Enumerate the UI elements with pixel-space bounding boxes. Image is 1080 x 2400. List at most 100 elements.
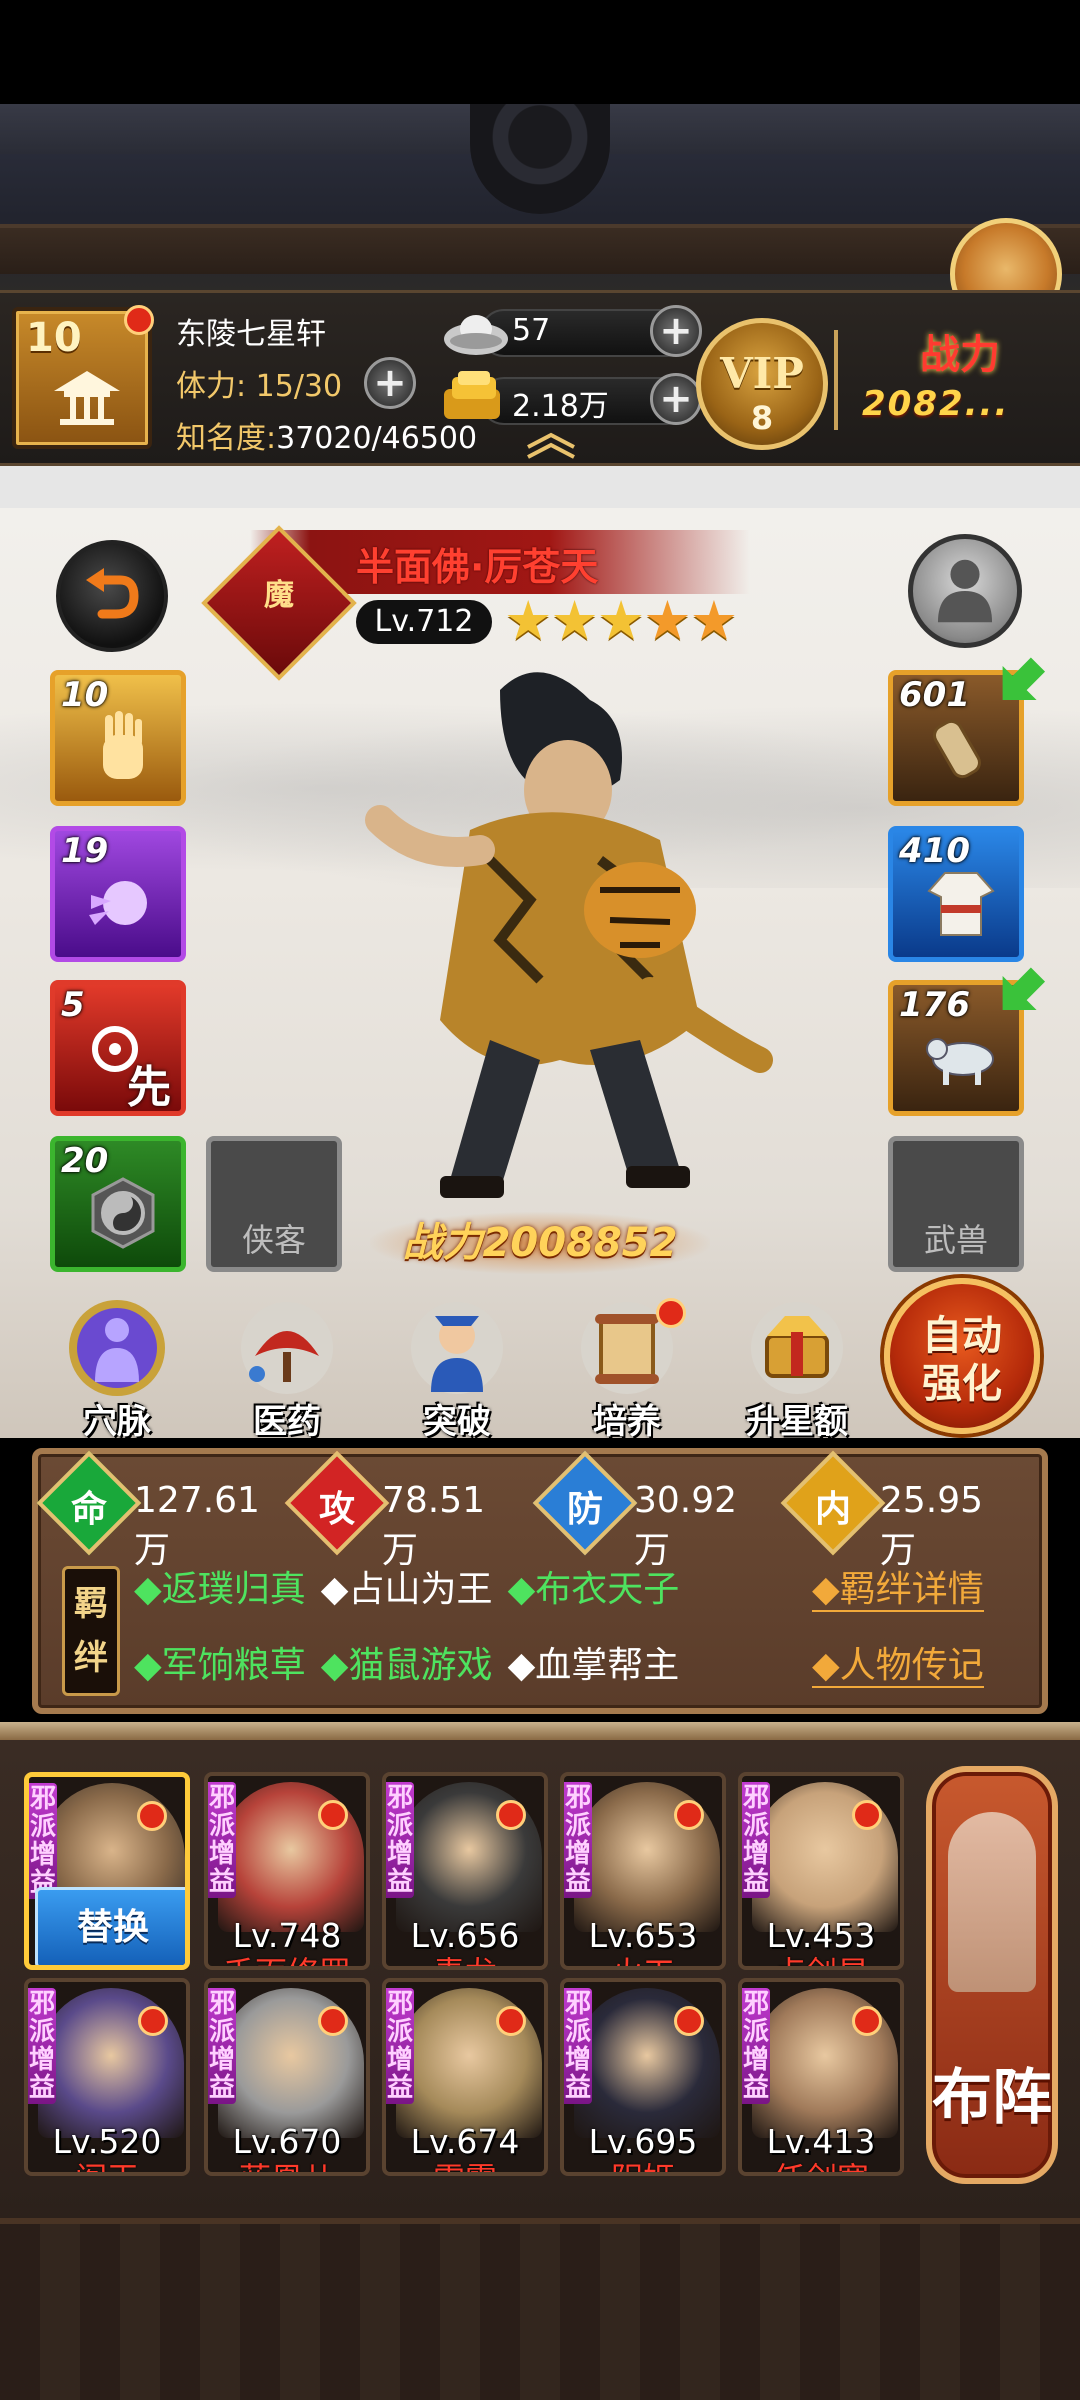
meridian-label: 穴脉 bbox=[83, 1402, 151, 1442]
notification-dot bbox=[318, 1800, 348, 1830]
evil-sect-tag: 邪派增益 bbox=[564, 1988, 592, 2104]
team-card[interactable]: 邪派增益Lv.453卢剑星 bbox=[738, 1772, 904, 1970]
pavilion-icon bbox=[54, 371, 120, 425]
bond-row-2: ◆军饷粮草 ◆猫鼠游戏 ◆血掌帮主 bbox=[134, 1636, 679, 1688]
breakthrough-icon bbox=[411, 1302, 503, 1394]
evil-sect-tag: 邪派增益 bbox=[208, 1988, 236, 2104]
hp-icon-text: 命 bbox=[70, 1489, 107, 1530]
player-level-badge[interactable]: 10 bbox=[12, 305, 154, 449]
evil-sect-tag: 邪派增益 bbox=[28, 1988, 56, 2104]
beast-slot-label: 武兽 bbox=[923, 1221, 988, 1259]
notification-dot bbox=[674, 1800, 704, 1830]
armor-preview-button[interactable] bbox=[908, 534, 1022, 648]
vip-text: VIP bbox=[720, 349, 804, 398]
silver-amount: 57 bbox=[512, 313, 551, 348]
beast-icon bbox=[926, 1038, 994, 1085]
sage-figure bbox=[948, 1812, 1036, 1992]
beast-slot[interactable]: 武兽 bbox=[888, 1136, 1024, 1272]
evil-sect-tag: 邪派增益 bbox=[386, 1782, 414, 1898]
skill-slot-fist[interactable]: 19 bbox=[50, 826, 186, 962]
star-up-button[interactable]: 升星额外 bbox=[732, 1296, 862, 1491]
bond-row-1: ◆返璞归真 ◆占山为王 ◆布衣天子 bbox=[134, 1560, 679, 1612]
notification-dot bbox=[852, 1800, 882, 1830]
companion-slot-label: 侠客 bbox=[241, 1221, 306, 1259]
first-strike-mark: 先 bbox=[127, 1062, 171, 1113]
bond-badge-text: 绊 bbox=[74, 1638, 108, 1678]
divider bbox=[834, 330, 838, 430]
biography-link[interactable]: ◆人物传记 bbox=[812, 1636, 984, 1688]
team-card[interactable]: 邪派增益Lv.670蓝凰儿 bbox=[204, 1978, 370, 2176]
skill-slot-palm[interactable]: 10 bbox=[50, 670, 186, 806]
total-power-value: 2082... bbox=[862, 384, 1010, 424]
cultivate-label: 培养 bbox=[593, 1402, 661, 1442]
bond-active-item: ◆军饷粮草 bbox=[134, 1645, 306, 1686]
team-member-name: 蓝凰儿 bbox=[208, 2154, 366, 2172]
yin-yang-icon bbox=[91, 1177, 155, 1249]
notification-dot bbox=[124, 305, 154, 335]
add-gold-button[interactable]: + bbox=[650, 373, 702, 425]
vip-badge[interactable]: VIP 8 bbox=[696, 318, 828, 450]
notification-dot bbox=[137, 1801, 167, 1831]
auto-strengthen-button[interactable]: 自动 强化 bbox=[884, 1278, 1040, 1434]
evil-sect-tag: 邪派增益 bbox=[386, 1988, 414, 2104]
team-card[interactable]: 邪派增益Lv.413任剑寒 bbox=[738, 1978, 904, 2176]
evil-sect-tag: 邪派增益 bbox=[742, 1782, 770, 1898]
hero-level: Lv.712 bbox=[356, 600, 492, 644]
star-icon: ★ bbox=[504, 589, 553, 652]
team-card-selected[interactable]: 邪派增益 替换 bbox=[24, 1772, 190, 1970]
equip-slot-robe[interactable]: 410 bbox=[888, 826, 1024, 962]
star-up-icon bbox=[751, 1302, 843, 1394]
auto-strengthen-label: 自动 强化 bbox=[922, 1313, 1002, 1407]
hero-name: 半面佛·厉苍天 bbox=[356, 545, 599, 589]
evil-sect-tag: 邪派增益 bbox=[564, 1782, 592, 1898]
fame-row: 知名度:37020/46500 bbox=[176, 413, 477, 457]
team-member-name: 千面修罗 bbox=[208, 1948, 366, 1966]
team-member-name: 阴姬 bbox=[564, 2154, 722, 2172]
status-bar bbox=[0, 0, 1080, 104]
team-member-name: 卢剑星 bbox=[742, 1948, 900, 1966]
star-icon: ★ bbox=[550, 589, 599, 652]
team-member-name: 雷震 bbox=[386, 2154, 544, 2172]
gold-ingot-icon bbox=[444, 371, 500, 419]
bond-active-item: ◆猫鼠游戏 bbox=[320, 1645, 493, 1686]
team-card[interactable]: 邪派增益Lv.748千面修罗 bbox=[204, 1772, 370, 1970]
meridian-button[interactable]: 穴脉 bbox=[52, 1296, 182, 1446]
fame-label: 知名度: bbox=[176, 421, 277, 456]
cultivate-button[interactable]: 培养 bbox=[562, 1296, 692, 1446]
evil-sect-tag: 邪派增益 bbox=[742, 1988, 770, 2104]
fist-icon bbox=[89, 881, 147, 925]
formation-button[interactable]: 布阵 bbox=[926, 1766, 1058, 2184]
add-stamina-button[interactable]: + bbox=[364, 357, 416, 409]
vip-level: 8 bbox=[750, 399, 774, 437]
medicine-button[interactable]: 医药 bbox=[222, 1296, 352, 1446]
breakthrough-button[interactable]: 突破 bbox=[392, 1296, 522, 1446]
bond-detail-text: 羁绊详情 bbox=[839, 1569, 984, 1610]
team-card[interactable]: 邪派增益Lv.695阴姬 bbox=[560, 1978, 726, 2176]
notification-dot bbox=[674, 2006, 704, 2036]
team-card[interactable]: 邪派增益Lv.653火工 bbox=[560, 1772, 726, 1970]
back-button[interactable] bbox=[56, 540, 168, 652]
team-card[interactable]: 邪派增益Lv.674雷震 bbox=[382, 1978, 548, 2176]
team-card[interactable]: 邪派增益Lv.520阎王 bbox=[24, 1978, 190, 2176]
skill-slot-first-strike[interactable]: 5 先 bbox=[50, 980, 186, 1116]
silver-ingot-icon bbox=[444, 315, 508, 355]
robe-icon bbox=[927, 872, 995, 936]
add-silver-button[interactable]: + bbox=[650, 305, 702, 357]
swap-button[interactable]: 替换 bbox=[35, 1887, 185, 1965]
breakthrough-label: 突破 bbox=[423, 1402, 491, 1442]
stamina-label: 体力: 15/30 bbox=[176, 369, 343, 404]
notification-dot bbox=[138, 2006, 168, 2036]
team-member-name: 火工 bbox=[564, 1948, 722, 1966]
defense-icon-text: 防 bbox=[566, 1489, 603, 1530]
team-card[interactable]: 邪派增益Lv.656青龙 bbox=[382, 1772, 548, 1970]
player-name: 东陵七星轩 bbox=[176, 317, 326, 352]
biography-text: 人物传记 bbox=[839, 1645, 984, 1686]
bond-detail-link[interactable]: ◆羁绊详情 bbox=[812, 1560, 984, 1612]
section-divider bbox=[0, 1722, 1080, 1740]
team-member-name: 任剑寒 bbox=[742, 2154, 900, 2172]
bracer-icon bbox=[933, 719, 981, 779]
floor-decoration bbox=[0, 2218, 1080, 2400]
chevron-up-icon[interactable] bbox=[524, 429, 578, 459]
skill-slot-yin-yang[interactable]: 20 bbox=[50, 1136, 186, 1272]
bond-active-item: ◆布衣天子 bbox=[507, 1569, 680, 1610]
